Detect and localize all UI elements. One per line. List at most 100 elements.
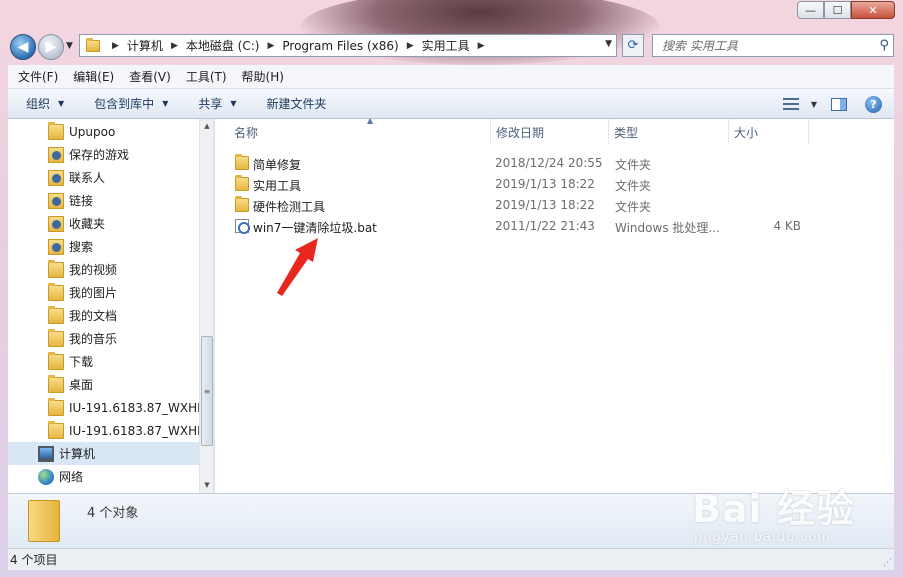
scroll-up-icon[interactable]: ▲ [200, 122, 213, 130]
nav-item-videos[interactable]: 我的视频 [8, 258, 199, 281]
new-folder-button[interactable]: 新建文件夹 [267, 95, 327, 112]
menu-tools[interactable]: 工具(T) [181, 68, 232, 85]
back-button[interactable]: ◀ [10, 34, 36, 60]
nav-item-label: 计算机 [59, 447, 96, 461]
nav-item-saved-games[interactable]: 保存的游戏 [8, 143, 199, 166]
resize-grip-icon[interactable]: ⋰ [883, 558, 892, 568]
batch-file-icon [235, 219, 250, 234]
nav-item-label: IU-191.6183.87_WXHN [69, 423, 207, 438]
search-placeholder: 搜索 实用工具 [662, 39, 738, 53]
minimize-button[interactable]: — [797, 1, 824, 19]
column-date-label: 修改日期 [496, 125, 545, 140]
file-type: 文件夹 [615, 200, 652, 214]
breadcrumb-separator-icon[interactable]: ▶ [171, 41, 178, 51]
nav-scrollbar[interactable]: ▲ ≡ ▼ [199, 119, 213, 493]
searches-icon [48, 238, 64, 255]
forward-button[interactable]: ▶ [38, 34, 64, 60]
breadcrumb-separator-icon[interactable]: ▶ [407, 41, 414, 51]
table-row[interactable]: win7一键清除垃圾.bat 2011/1/22 21:43 Windows 批… [233, 216, 873, 237]
nav-item-network[interactable]: 网络 [8, 465, 199, 488]
baidu-watermark: Bai 经验 jingyan.baidu.com [692, 478, 855, 545]
chevron-down-icon: ▼ [162, 99, 169, 108]
refresh-button[interactable]: ⟳ [622, 34, 644, 57]
watermark-brand: Bai 经验 [692, 487, 855, 531]
folder-icon [48, 397, 64, 416]
breadcrumb-computer[interactable]: 计算机 [127, 37, 163, 54]
address-dropdown-icon[interactable]: ▼ [605, 39, 612, 49]
column-header-size[interactable]: 大小 [729, 119, 809, 145]
menu-edit[interactable]: 编辑(E) [68, 68, 119, 85]
breadcrumb-current-folder[interactable]: 实用工具 [422, 37, 470, 54]
desktop-icon [48, 374, 64, 393]
nav-item-iu-folder[interactable]: IU-191.6183.87_WXHN [8, 419, 206, 442]
nav-item-label: 我的文档 [69, 309, 118, 323]
file-name: 实用工具 [253, 179, 302, 193]
nav-item-desktop[interactable]: 桌面 [8, 373, 199, 396]
organize-button[interactable]: 组织 ▼ [26, 95, 64, 112]
computer-icon [38, 445, 54, 462]
folder-icon [48, 121, 64, 140]
command-toolbar: 组织 ▼ 包含到库中 ▼ 共享 ▼ 新建文件夹 ▼ ? [8, 89, 894, 119]
share-label: 共享 [198, 97, 223, 111]
menu-help[interactable]: 帮助(H) [237, 68, 289, 85]
nav-item-downloads[interactable]: 下载 [8, 350, 199, 373]
maximize-button[interactable]: ☐ [824, 1, 851, 19]
search-icon[interactable]: ⚲ [879, 38, 889, 53]
file-date: 2019/1/13 18:22 [495, 198, 595, 212]
contacts-icon [48, 169, 64, 186]
breadcrumb-separator-icon[interactable]: ▶ [112, 41, 119, 51]
scroll-thumb[interactable]: ≡ [201, 336, 213, 446]
column-header-date[interactable]: 修改日期 [491, 119, 609, 145]
column-header-type[interactable]: 类型 [609, 119, 729, 145]
scroll-down-icon[interactable]: ▼ [200, 481, 213, 489]
breadcrumb-local-disk[interactable]: 本地磁盘 (C:) [186, 37, 260, 54]
chevron-down-icon: ▼ [230, 99, 237, 108]
column-header-name[interactable]: ▲ 名称 [229, 116, 491, 145]
nav-item-music[interactable]: 我的音乐 [8, 327, 199, 350]
table-row[interactable]: 实用工具 2019/1/13 18:22 文件夹 [233, 174, 873, 195]
breadcrumb-separator-icon[interactable]: ▶ [267, 41, 274, 51]
table-row[interactable]: 硬件检测工具 2019/1/13 18:22 文件夹 [233, 195, 873, 216]
recent-pages-dropdown[interactable]: ▼ [66, 41, 73, 51]
nav-item-favorites[interactable]: 收藏夹 [8, 212, 199, 235]
nav-item-contacts[interactable]: 联系人 [8, 166, 199, 189]
change-view-icon[interactable] [782, 98, 799, 110]
watermark-url: jingyan.baidu.com [694, 530, 831, 545]
nav-item-label: 下载 [69, 355, 94, 369]
file-type: Windows 批处理... [615, 221, 720, 235]
folder-icon [28, 500, 60, 542]
nav-item-label: 我的视频 [69, 263, 118, 277]
nav-item-computer[interactable]: 计算机 [8, 442, 199, 465]
nav-item-upupoo[interactable]: Upupoo [8, 120, 199, 143]
navigation-bar: ◀ ▶ ▼ ▶ 计算机 ▶ 本地磁盘 (C:) ▶ Program Files … [0, 27, 903, 65]
navigation-pane: Upupoo 保存的游戏 联系人 链接 收藏夹 搜索 我的视频 我的图片 我的文… [8, 119, 213, 493]
nav-item-label: Upupoo [69, 124, 116, 139]
nav-item-pictures[interactable]: 我的图片 [8, 281, 199, 304]
nav-item-documents[interactable]: 我的文档 [8, 304, 199, 327]
nav-item-label: 网络 [59, 470, 84, 484]
nav-item-label: 我的图片 [69, 286, 118, 300]
nav-item-links[interactable]: 链接 [8, 189, 199, 212]
nav-item-label: 链接 [69, 194, 94, 208]
include-in-library-button[interactable]: 包含到库中 ▼ [94, 95, 168, 112]
breadcrumb-program-files[interactable]: Program Files (x86) [282, 39, 398, 53]
nav-item-iu-folder[interactable]: IU-191.6183.87_WXHN [8, 396, 206, 419]
refresh-icon: ⟳ [627, 38, 639, 53]
nav-item-searches[interactable]: 搜索 [8, 235, 199, 258]
breadcrumb-separator-icon[interactable]: ▶ [478, 41, 485, 51]
address-bar[interactable]: ▶ 计算机 ▶ 本地磁盘 (C:) ▶ Program Files (x86) … [79, 34, 617, 57]
sort-ascending-icon: ▲ [367, 116, 374, 125]
help-icon[interactable]: ? [865, 95, 882, 113]
file-type: 文件夹 [615, 179, 652, 193]
share-button[interactable]: 共享 ▼ [198, 95, 236, 112]
nav-item-label: IU-191.6183.87_WXHN [69, 400, 207, 415]
menu-view[interactable]: 查看(V) [124, 68, 176, 85]
preview-pane-icon[interactable] [831, 97, 847, 111]
menu-bar: 文件(F) 编辑(E) 查看(V) 工具(T) 帮助(H) [8, 65, 894, 89]
table-row[interactable]: 简单修复 2018/12/24 20:55 文件夹 [233, 153, 873, 174]
view-options-dropdown-icon[interactable]: ▼ [811, 100, 817, 109]
menu-file[interactable]: 文件(F) [13, 68, 63, 85]
documents-icon [48, 305, 64, 324]
search-input[interactable]: 搜索 实用工具 ⚲ [652, 34, 894, 57]
close-button[interactable]: ✕ [851, 1, 895, 19]
